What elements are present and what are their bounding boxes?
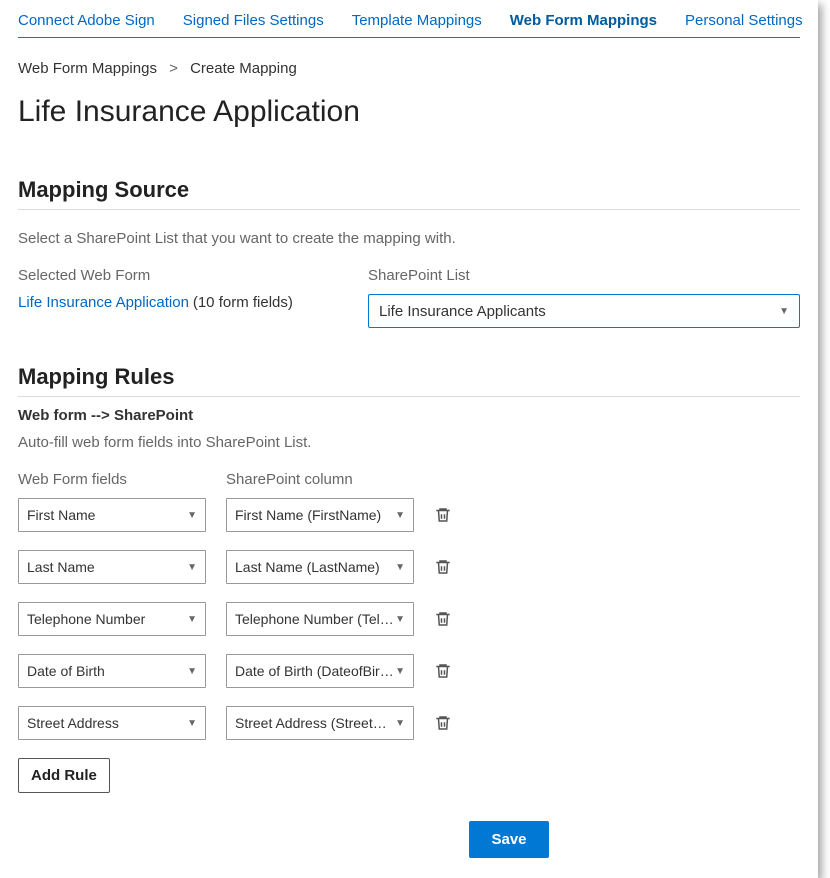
section-mapping-source-title: Mapping Source [18, 177, 800, 210]
chevron-down-icon: ▼ [395, 666, 405, 677]
webform-field-select[interactable]: First Name▼ [18, 498, 206, 532]
chevron-down-icon: ▼ [395, 562, 405, 573]
chevron-down-icon: ▼ [395, 614, 405, 625]
sharepoint-column-select[interactable]: Telephone Number (Tele…▼ [226, 602, 414, 636]
rule-row: Date of Birth▼Date of Birth (DateofBirth… [18, 654, 800, 688]
webform-field-select[interactable]: Telephone Number▼ [18, 602, 206, 636]
page-title: Life Insurance Application [18, 95, 800, 129]
mapping-source-hint: Select a SharePoint List that you want t… [18, 230, 800, 247]
webform-field-value: Last Name [27, 559, 187, 575]
mapping-rules-subsection: Web form --> SharePoint [18, 407, 800, 424]
save-button[interactable]: Save [469, 821, 548, 858]
add-rule-button[interactable]: Add Rule [18, 758, 110, 793]
rule-row: Street Address▼Street Address (StreetAd…… [18, 706, 800, 740]
trash-icon[interactable] [434, 714, 452, 732]
trash-icon[interactable] [434, 558, 452, 576]
chevron-down-icon: ▼ [187, 510, 197, 521]
section-mapping-rules-title: Mapping Rules [18, 364, 800, 397]
tab-personal-settings[interactable]: Personal Settings [685, 12, 803, 29]
chevron-down-icon: ▼ [779, 306, 789, 317]
sharepoint-column-value: First Name (FirstName) [235, 507, 395, 523]
webform-field-select[interactable]: Date of Birth▼ [18, 654, 206, 688]
webform-field-value: First Name [27, 507, 187, 523]
chevron-down-icon: ▼ [395, 718, 405, 729]
form-fields-count: (10 form fields) [193, 294, 293, 311]
tab-template-mappings[interactable]: Template Mappings [352, 12, 482, 29]
tab-web-form-mappings[interactable]: Web Form Mappings [510, 12, 657, 29]
sharepoint-column-value: Telephone Number (Tele… [235, 611, 395, 627]
tab-connect-adobe-sign[interactable]: Connect Adobe Sign [18, 12, 155, 29]
breadcrumb-root[interactable]: Web Form Mappings [18, 60, 157, 77]
chevron-down-icon: ▼ [187, 562, 197, 573]
webform-field-value: Date of Birth [27, 663, 187, 679]
mapping-rules-subsection-hint: Auto-fill web form fields into SharePoin… [18, 434, 800, 451]
rule-row: Telephone Number▼Telephone Number (Tele…… [18, 602, 800, 636]
sharepoint-list-select[interactable]: Life Insurance Applicants ▼ [368, 294, 800, 328]
sharepoint-column-select[interactable]: First Name (FirstName)▼ [226, 498, 414, 532]
webform-field-value: Street Address [27, 715, 187, 731]
chevron-down-icon: ▼ [395, 510, 405, 521]
trash-icon[interactable] [434, 506, 452, 524]
sharepoint-column-select[interactable]: Last Name (LastName)▼ [226, 550, 414, 584]
breadcrumb-current: Create Mapping [190, 60, 297, 77]
tabs-bar: Connect Adobe Sign Signed Files Settings… [18, 12, 800, 38]
chevron-down-icon: ▼ [187, 666, 197, 677]
trash-icon[interactable] [434, 610, 452, 628]
sharepoint-column-select[interactable]: Date of Birth (DateofBirth)▼ [226, 654, 414, 688]
webform-field-select[interactable]: Street Address▼ [18, 706, 206, 740]
rule-row: First Name▼First Name (FirstName)▼ [18, 498, 800, 532]
trash-icon[interactable] [434, 662, 452, 680]
chevron-down-icon: ▼ [187, 614, 197, 625]
sharepoint-column-value: Street Address (StreetAd… [235, 715, 395, 731]
rules-table: Web Form fields SharePoint column First … [18, 471, 800, 793]
sharepoint-list-value: Life Insurance Applicants [379, 303, 779, 320]
sharepoint-list-label: SharePoint List [368, 267, 800, 284]
rule-row: Last Name▼Last Name (LastName)▼ [18, 550, 800, 584]
rules-col-sharepoint: SharePoint column [226, 471, 414, 488]
sharepoint-column-select[interactable]: Street Address (StreetAd…▼ [226, 706, 414, 740]
rules-col-webform: Web Form fields [18, 471, 206, 488]
sharepoint-column-value: Date of Birth (DateofBirth) [235, 663, 395, 679]
breadcrumb: Web Form Mappings > Create Mapping [18, 60, 800, 77]
breadcrumb-separator: > [169, 60, 178, 77]
chevron-down-icon: ▼ [187, 718, 197, 729]
tab-signed-files-settings[interactable]: Signed Files Settings [183, 12, 324, 29]
selected-webform-link[interactable]: Life Insurance Application [18, 294, 189, 311]
sharepoint-column-value: Last Name (LastName) [235, 559, 395, 575]
webform-field-select[interactable]: Last Name▼ [18, 550, 206, 584]
webform-field-value: Telephone Number [27, 611, 187, 627]
selected-webform-label: Selected Web Form [18, 267, 328, 284]
